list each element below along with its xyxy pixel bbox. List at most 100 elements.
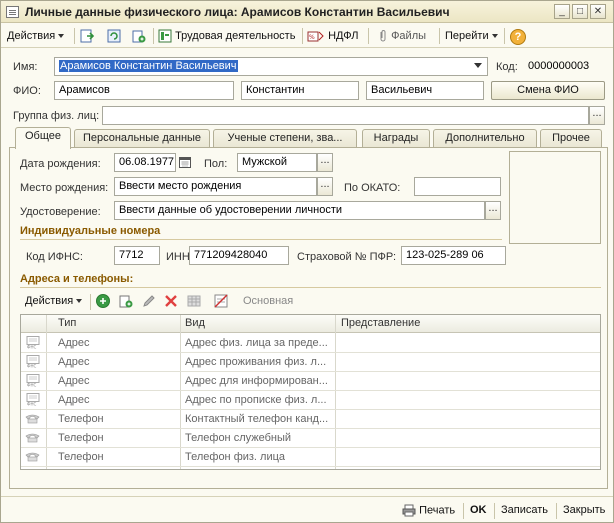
ifns-input[interactable]: 7712 [114,246,160,265]
work-activity-button[interactable]: Трудовая деятельность [158,26,295,46]
actions-menu-label: Действия [7,30,56,42]
okato-input[interactable] [414,177,501,196]
middle-name-input[interactable]: Васильевич [366,81,484,100]
tab-personal-data[interactable]: Персональные данные [74,129,210,148]
work-activity-label: Трудовая деятельность [175,30,296,42]
pfr-input[interactable]: 123-025-289 06 [401,246,506,265]
row-type-cell: Телефон [58,413,104,425]
okato-label: По ОКАТО: [344,182,401,194]
sex-select-button[interactable]: ... [317,153,333,172]
title-bar: Личные данные физического лица: Арамисов… [1,1,613,23]
work-activity-icon [158,29,172,43]
id-doc-input[interactable]: Ввести данные об удостоверении личности [114,201,485,220]
table-row[interactable]: ФНС Адрес Адрес для информирован... [21,372,600,391]
tab-awards[interactable]: Награды [362,129,430,148]
fns-address-icon: ФНС [26,374,40,388]
address-actions-label: Действия [25,295,74,307]
tab-additional[interactable]: Дополнительно [433,129,537,148]
column-header-representation[interactable]: Представление [341,317,420,329]
birth-place-select-button[interactable]: ... [317,177,333,196]
address-actions-menu[interactable]: Действия [25,291,83,311]
birth-place-input[interactable]: Ввести место рождения [114,177,317,196]
first-name-input[interactable]: Константин [241,81,359,100]
paperclip-icon [380,30,386,42]
tab-degrees[interactable]: Ученые степени, зва... [213,129,357,148]
ids-section-divider [20,239,502,240]
files-button[interactable]: Файлы [378,26,426,46]
calendar-icon[interactable] [179,156,191,171]
sex-label: Пол: [204,158,228,170]
photo-frame[interactable] [509,151,601,244]
address-section-title: Адреса и телефоны: [20,273,134,285]
actions-menu[interactable]: Действия [7,26,65,46]
chevron-down-icon [76,299,83,304]
tab-other[interactable]: Прочее [540,129,602,148]
column-header-kind[interactable]: Вид [185,317,205,329]
chevron-down-icon [58,34,65,39]
table-row[interactable]: ФНС Адрес Адрес по прописке физ. л... [21,391,600,410]
close-window-button[interactable]: ✕ [590,4,606,19]
edit-address-button[interactable] [141,291,157,311]
save-button[interactable]: Записать [501,504,548,516]
svg-text:ФНС: ФНС [27,383,36,388]
minimize-button[interactable]: _ [554,4,570,19]
code-label: Код: [496,61,518,73]
table-row[interactable]: Телефон Контактный телефон канд... [21,410,600,429]
column-header-type[interactable]: Тип [58,317,76,329]
row-type-cell: Адрес [58,337,90,349]
bottom-separator [494,503,495,519]
help-icon: ? [510,29,526,45]
last-name-input[interactable]: Арамисов [54,81,234,100]
tab-general[interactable]: Общее [15,127,71,149]
table-row[interactable]: Телефон Телефон физ. лица [21,448,600,467]
ok-button[interactable]: OK [470,504,487,516]
print-button[interactable]: Печать [402,504,455,517]
svg-text:ФНС: ФНС [27,402,36,407]
row-kind-cell: Адрес по прописке физ. л... [185,394,327,406]
name-input[interactable]: Арамисов Константин Васильевич [54,57,488,76]
toolbar-separator [504,28,505,44]
help-button[interactable]: ? [510,27,526,47]
change-fio-button[interactable]: Смена ФИО [491,81,605,100]
inn-input[interactable]: 771209428040 [189,246,289,265]
delete-address-button[interactable] [164,291,178,311]
name-value: Арамисов Константин Васильевич [59,60,238,72]
set-main-icon [214,294,228,308]
save-close-icon [80,29,95,43]
table-row[interactable]: Телефон Телефон служебный [21,429,600,448]
group-select-button[interactable]: ... [589,106,605,125]
maximize-button[interactable]: □ [572,4,588,19]
ndfl-button[interactable]: % НДФЛ [307,26,358,46]
table-row[interactable]: ФНС Адрес Адрес проживания физ. л... [21,353,600,372]
copy-button[interactable] [131,26,147,46]
phone-icon [25,414,40,424]
ids-section-title: Индивидуальные номера [20,225,161,237]
name-dropdown-icon[interactable] [474,63,482,68]
address-section-divider [20,287,601,288]
refresh-button[interactable] [106,26,122,46]
ndfl-icon: % [307,31,324,42]
toolbar-separator [439,28,440,44]
birth-date-input[interactable]: 06.08.1977 [114,153,176,172]
id-doc-select-button[interactable]: ... [485,201,501,220]
table-button[interactable] [186,291,202,311]
goto-menu[interactable]: Перейти [445,26,498,46]
main-label[interactable]: Основная [243,291,293,311]
window-title: Личные данные физического лица: Арамисов… [25,5,450,19]
table-row[interactable]: ФНС Адрес Адрес физ. лица за преде... [21,334,600,353]
sex-input[interactable]: Мужской [237,153,317,172]
copy-address-button[interactable] [118,291,134,311]
row-kind-cell: Телефон служебный [185,432,292,444]
close-button[interactable]: Закрыть [563,504,605,516]
group-input[interactable] [102,106,589,125]
set-main-button[interactable] [213,291,229,311]
save-close-button[interactable] [79,26,95,46]
row-type-cell: Телефон [58,451,104,463]
birth-date-label: Дата рождения: [20,158,101,170]
refresh-icon [107,29,121,43]
copy-icon [132,30,146,43]
bottom-separator [556,503,557,519]
goto-menu-label: Перейти [445,30,489,42]
add-address-button[interactable] [95,291,111,311]
printer-icon [402,504,416,517]
